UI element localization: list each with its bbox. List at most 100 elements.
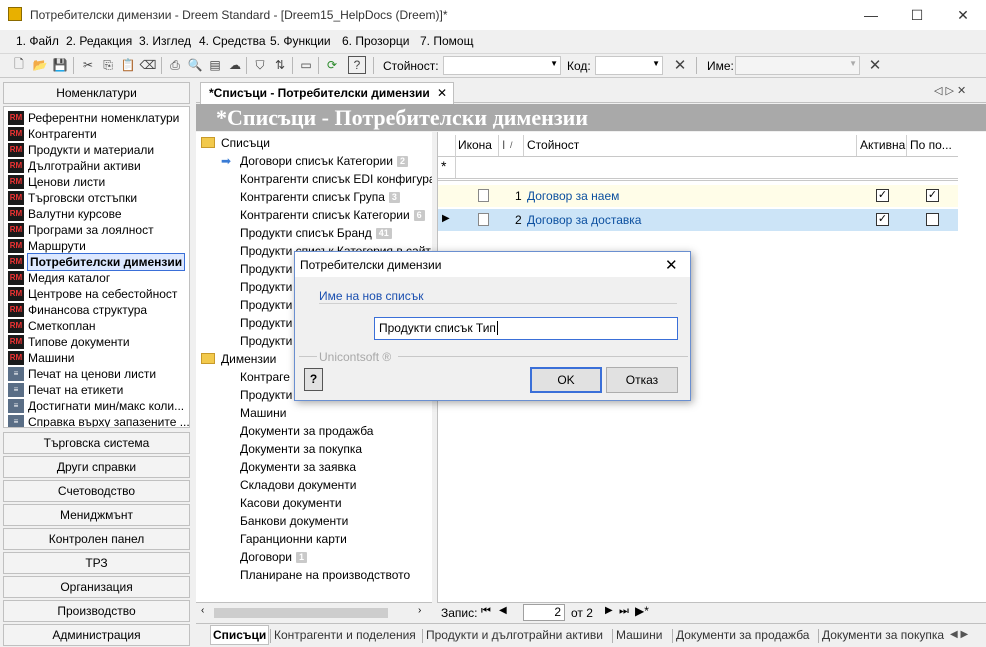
- chevron-right-icon[interactable]: ›: [418, 605, 421, 616]
- record-number-input[interactable]: 2: [523, 604, 565, 621]
- sidebar-group[interactable]: Контролен панел: [3, 528, 190, 550]
- tree-item[interactable]: Продукти: [240, 333, 292, 349]
- sidebar-item[interactable]: RM Потребителски димензии: [6, 253, 188, 271]
- chevron-down-icon[interactable]: ▼: [174, 427, 188, 428]
- table-row[interactable]: 1 Договор за наем ✓ ✓: [438, 185, 958, 207]
- bottom-tab[interactable]: Документи за покупка: [822, 628, 944, 642]
- bottom-tab[interactable]: Документи за продажба: [676, 628, 809, 642]
- form-icon[interactable]: ▭: [297, 56, 315, 74]
- tree-item[interactable]: Документи за продажба: [240, 423, 373, 439]
- maximize-button[interactable]: ☐: [894, 0, 940, 30]
- sidebar-item[interactable]: RM Търговски отстъпки: [6, 190, 188, 206]
- column-header-num[interactable]: I: [502, 135, 505, 155]
- help-icon[interactable]: ?: [348, 56, 366, 74]
- bottom-tab[interactable]: Машини: [616, 628, 662, 642]
- sidebar-item[interactable]: ≡ Печат на етикети: [6, 382, 188, 398]
- last-record-icon[interactable]: ⏭: [619, 605, 629, 618]
- sidebar-group[interactable]: ТРЗ: [3, 552, 190, 574]
- close-button[interactable]: ✕: [940, 0, 986, 30]
- tree-scrollbar[interactable]: ‹ ›: [196, 602, 432, 622]
- tree-item[interactable]: Продукти: [240, 297, 292, 313]
- bottom-tab[interactable]: Списъци: [210, 625, 270, 645]
- dialog-close-icon[interactable]: ✕: [665, 256, 678, 274]
- preview-icon[interactable]: 🔍: [186, 56, 204, 74]
- tab-scroll-icon[interactable]: ◀ ▶: [950, 629, 968, 640]
- sidebar-group[interactable]: Производство: [3, 600, 190, 622]
- sidebar-item[interactable]: RM Контрагенти: [6, 126, 188, 142]
- first-record-icon[interactable]: ⏮: [481, 605, 491, 618]
- value-combo[interactable]: ▼: [443, 56, 561, 75]
- sidebar-item[interactable]: RM Медия каталог: [6, 270, 188, 286]
- menu-edit[interactable]: 2. Редакция: [66, 34, 132, 48]
- column-header-value[interactable]: Стойност: [527, 135, 579, 155]
- tree-item[interactable]: Машини: [240, 405, 286, 421]
- ok-button[interactable]: OK: [530, 367, 602, 393]
- tree-item[interactable]: Документи за покупка: [240, 441, 362, 457]
- default-checkbox[interactable]: [926, 213, 939, 226]
- sidebar-item[interactable]: RM Референтни номенклатури: [6, 110, 188, 126]
- sidebar-header-nomenclatures[interactable]: Номенклатури: [3, 82, 190, 104]
- default-checkbox[interactable]: ✓: [926, 189, 939, 202]
- sidebar-group[interactable]: Търговска система: [3, 432, 190, 454]
- menu-help[interactable]: 7. Помощ: [420, 34, 473, 48]
- menu-windows[interactable]: 6. Прозорци: [342, 34, 409, 48]
- bottom-tab[interactable]: Продукти и дълготрайни активи: [426, 628, 603, 642]
- table-row[interactable]: ▶ 2 Договор за доставка ✓: [438, 209, 958, 231]
- sidebar-item[interactable]: RM Центрове на себестойност: [6, 286, 188, 302]
- code-combo[interactable]: ▼: [595, 56, 663, 75]
- clear-name-icon[interactable]: ✕: [866, 56, 884, 74]
- sidebar-item[interactable]: RM Продукти и материали: [6, 142, 188, 158]
- sidebar-item[interactable]: RM Типове документи: [6, 334, 188, 350]
- prev-record-icon[interactable]: ◀: [499, 605, 507, 616]
- new-record-icon[interactable]: ▶*: [635, 604, 649, 618]
- active-checkbox[interactable]: ✓: [876, 189, 889, 202]
- eraser-icon[interactable]: ⌫: [139, 56, 157, 74]
- menu-tools[interactable]: 4. Средства: [199, 34, 266, 48]
- new-icon[interactable]: 🗋: [10, 56, 28, 74]
- filter-icon[interactable]: ⛉: [251, 56, 269, 74]
- tree-item[interactable]: Продукти списък Бранд 41: [240, 225, 392, 241]
- bottom-tab[interactable]: Контрагенти и поделения: [274, 628, 416, 642]
- scroll-thumb[interactable]: [214, 608, 388, 618]
- row-value[interactable]: Договор за наем: [527, 189, 619, 203]
- tree-folder-lists[interactable]: Списъци: [201, 135, 270, 151]
- close-icon[interactable]: ✕: [437, 83, 447, 103]
- sidebar-item[interactable]: RM Сметкоплан: [6, 318, 188, 334]
- tree-item[interactable]: Продукти: [240, 387, 292, 403]
- minimize-button[interactable]: —: [848, 0, 894, 30]
- menu-view[interactable]: 3. Изглед: [139, 34, 191, 48]
- tree-item[interactable]: Банкови документи: [240, 513, 348, 529]
- active-checkbox[interactable]: ✓: [876, 213, 889, 226]
- column-header-default[interactable]: По по...: [910, 135, 952, 155]
- sidebar-group[interactable]: Мениджмънт: [3, 504, 190, 526]
- refresh-icon[interactable]: ⟳: [323, 56, 341, 74]
- dialog-help-icon[interactable]: ?: [304, 368, 323, 391]
- tree-item[interactable]: Контрагенти списък EDI конфигура: [240, 171, 432, 187]
- save-icon[interactable]: 💾: [51, 56, 69, 74]
- tree-folder-dimensions[interactable]: Димензии: [201, 351, 276, 367]
- tree-item[interactable]: Планиране на производството: [240, 567, 410, 583]
- tree-item[interactable]: Контраге: [240, 369, 290, 385]
- sort-icon[interactable]: ⇅: [271, 56, 289, 74]
- name-combo[interactable]: ▼: [735, 56, 860, 75]
- clear-filter-icon[interactable]: ✕: [671, 56, 689, 74]
- sidebar-group[interactable]: Други справки: [3, 456, 190, 478]
- tree-item[interactable]: Продукти: [240, 261, 292, 277]
- sidebar-item[interactable]: RM Маршрути: [6, 238, 188, 254]
- chevron-left-icon[interactable]: ‹: [201, 605, 204, 616]
- row-value[interactable]: Договор за доставка: [527, 213, 641, 227]
- tree-item[interactable]: Документи за заявка: [240, 459, 356, 475]
- sidebar-group[interactable]: Организация: [3, 576, 190, 598]
- column-header-active[interactable]: Активна: [860, 135, 905, 155]
- menu-file[interactable]: 1. Файл: [16, 34, 59, 48]
- sidebar-item[interactable]: ≡ Справка върху запазените ...: [6, 414, 189, 427]
- sidebar-item[interactable]: RM Валутни курсове: [6, 206, 188, 222]
- open-icon[interactable]: 📂: [31, 56, 49, 74]
- tree-item[interactable]: Складови документи: [240, 477, 357, 493]
- paste-icon[interactable]: 📋: [119, 56, 137, 74]
- tree-item[interactable]: Гаранционни карти: [240, 531, 347, 547]
- tab-custom-dimensions[interactable]: *Списъци - Потребителски димензии ✕: [200, 82, 454, 104]
- copy-icon[interactable]: ⎘: [99, 56, 117, 74]
- export-icon[interactable]: ▤: [206, 56, 224, 74]
- cloud-icon[interactable]: ☁: [226, 56, 244, 74]
